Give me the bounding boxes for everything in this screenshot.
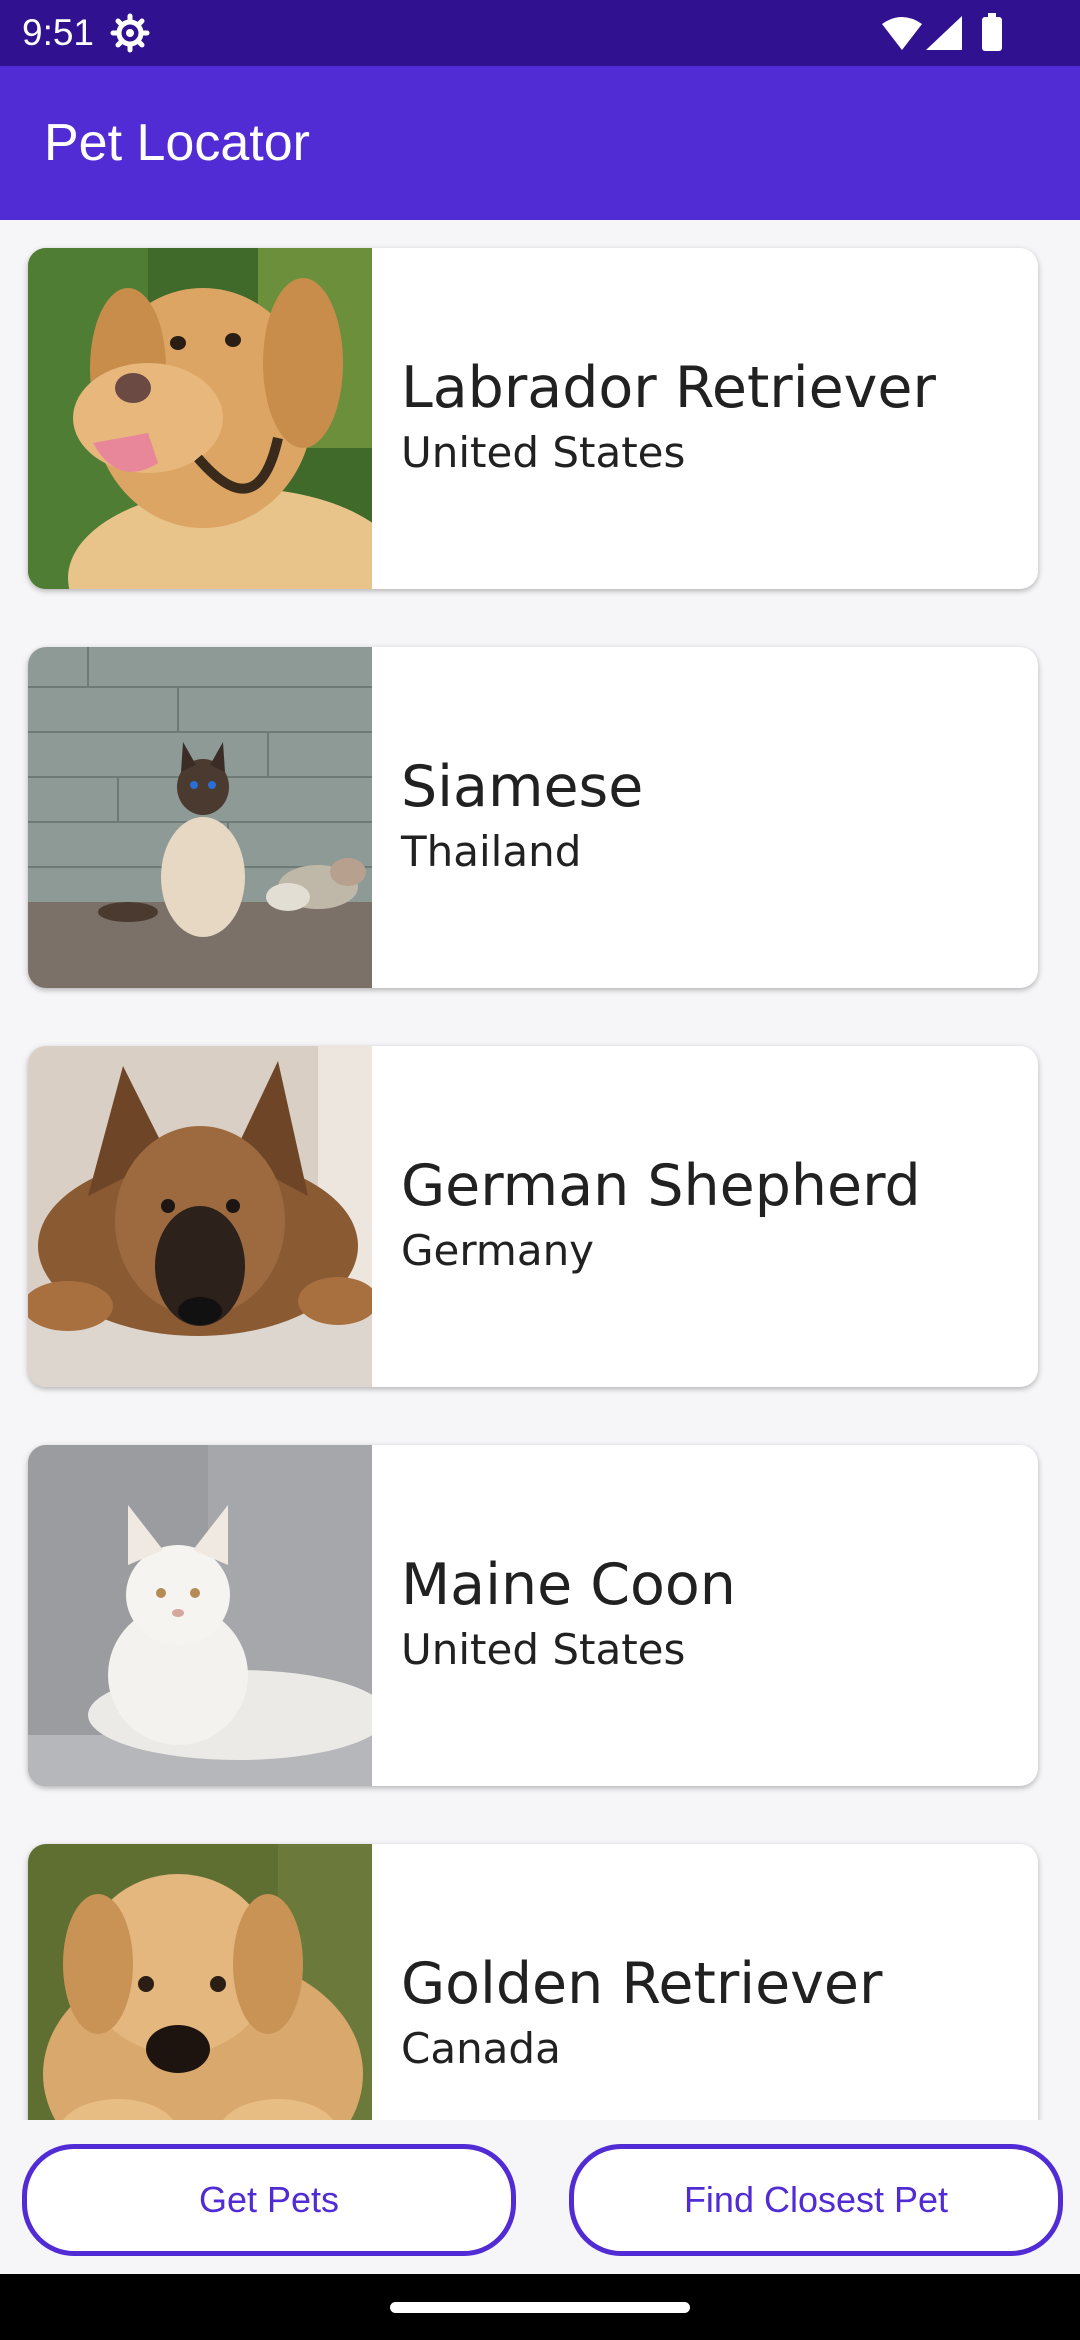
pet-card-golden-retriever[interactable]: Golden Retriever Canada <box>28 1844 1038 2120</box>
pet-location: United States <box>401 428 686 477</box>
pet-location: Thailand <box>401 827 582 876</box>
cell-signal-icon <box>926 16 962 50</box>
pet-name: Labrador Retriever <box>401 355 936 421</box>
status-time: 9:51 <box>22 12 95 53</box>
find-closest-pet-button[interactable]: Find Closest Pet <box>569 2144 1063 2256</box>
pet-name: Siamese <box>401 754 644 820</box>
pet-card-siamese[interactable]: Siamese Thailand <box>28 647 1038 988</box>
status-bar: 9:51 <box>0 0 1080 66</box>
pet-name: Golden Retriever <box>401 1951 883 2017</box>
bottom-actions: Get Pets Find Closest Pet <box>0 2120 1080 2274</box>
pet-location: Germany <box>401 1226 595 1275</box>
pet-card-labrador[interactable]: Labrador Retriever United States <box>28 248 1038 589</box>
pet-name: Maine Coon <box>401 1552 736 1618</box>
labrador-photo <box>28 248 372 589</box>
home-indicator[interactable] <box>390 2302 690 2313</box>
golden-retriever-photo <box>28 1844 372 2120</box>
maine-coon-photo <box>28 1445 372 1786</box>
settings-gear-icon <box>110 13 150 53</box>
german-shepherd-photo <box>28 1046 372 1387</box>
page-title: Pet Locator <box>44 114 310 172</box>
pet-card-german-shepherd[interactable]: German Shepherd Germany <box>28 1046 1038 1387</box>
pet-location: Canada <box>401 2024 561 2073</box>
pet-card-maine-coon[interactable]: Maine Coon United States <box>28 1445 1038 1786</box>
get-pets-button[interactable]: Get Pets <box>22 2144 516 2256</box>
app-bar: Pet Locator <box>0 66 1080 220</box>
battery-icon <box>982 13 1002 51</box>
system-nav-bar <box>0 2274 1080 2340</box>
pet-list[interactable]: Labrador Retriever United States Siamese… <box>0 220 1080 2120</box>
pet-location: United States <box>401 1625 686 1674</box>
siamese-photo <box>28 647 372 988</box>
wifi-icon <box>882 17 922 50</box>
pet-name: German Shepherd <box>401 1153 921 1219</box>
